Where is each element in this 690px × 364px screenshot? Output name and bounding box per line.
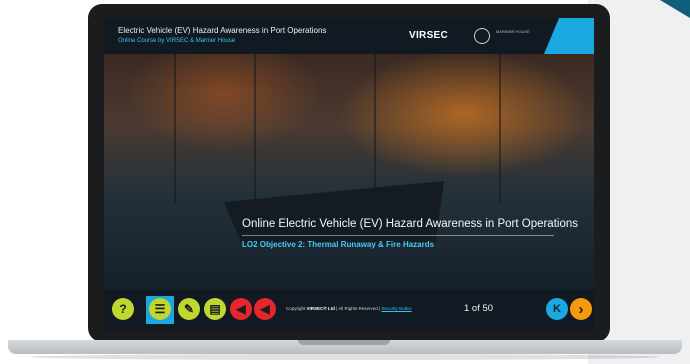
crane-silhouette: [254, 54, 256, 204]
virsec-logo: VIRSEC: [409, 30, 449, 41]
help-button[interactable]: ?: [112, 298, 134, 320]
copyright-brand: VIRSEC® Ltd: [306, 306, 335, 311]
title-divider: [242, 235, 554, 236]
laptop-hinge-notch: [298, 340, 390, 345]
notes-pencil-icon: ✎: [183, 302, 195, 316]
next-slide-button[interactable]: ›: [570, 298, 592, 320]
hero-image: [104, 54, 594, 290]
help-icon: ?: [119, 302, 127, 316]
volume-button[interactable]: ◀: [254, 298, 276, 320]
mariner-house-logo-icon: [474, 28, 490, 44]
security-notice-link[interactable]: Security Notice: [382, 306, 412, 311]
resources-button[interactable]: ▤: [204, 298, 226, 320]
copyright-suffix: | All Rights Reserved |: [336, 306, 381, 311]
audio-button[interactable]: ◀: [230, 298, 252, 320]
previous-slide-button[interactable]: K: [546, 298, 568, 320]
document-icon: ▤: [209, 302, 221, 316]
notes-button[interactable]: ✎: [178, 298, 200, 320]
crane-silhouette: [499, 54, 501, 204]
course-title: Electric Vehicle (EV) Hazard Awareness i…: [118, 26, 327, 35]
previous-icon: K: [553, 303, 561, 315]
copyright-text: Copyright VIRSEC® Ltd | All Rights Reser…: [286, 306, 412, 311]
cargo-ship-silhouette: [224, 181, 444, 244]
slide-subtitle: LO2 Objective 2: Thermal Runaway & Fire …: [242, 240, 435, 249]
crane-silhouette: [174, 54, 176, 204]
crane-silhouette: [374, 54, 376, 204]
laptop-shadow: [30, 354, 660, 360]
page-indicator: 1 of 50: [464, 303, 494, 314]
mariner-house-logo: MARINER HOUSE: [496, 29, 530, 34]
audio-icon: ◀: [236, 302, 246, 316]
menu-button[interactable]: ☰: [149, 298, 171, 320]
course-subtitle: Online Course by VIRSEC & Marnier House: [118, 38, 236, 44]
volume-icon: ◀: [260, 302, 270, 316]
next-icon: ›: [578, 300, 584, 318]
header-accent: [544, 18, 594, 54]
course-header: Electric Vehicle (EV) Hazard Awareness i…: [104, 18, 594, 54]
course-screen: Electric Vehicle (EV) Hazard Awareness i…: [104, 18, 594, 330]
copyright-prefix: Copyright: [286, 306, 306, 311]
menu-list-icon: ☰: [154, 302, 166, 316]
slide-title: Online Electric Vehicle (EV) Hazard Awar…: [242, 218, 578, 230]
